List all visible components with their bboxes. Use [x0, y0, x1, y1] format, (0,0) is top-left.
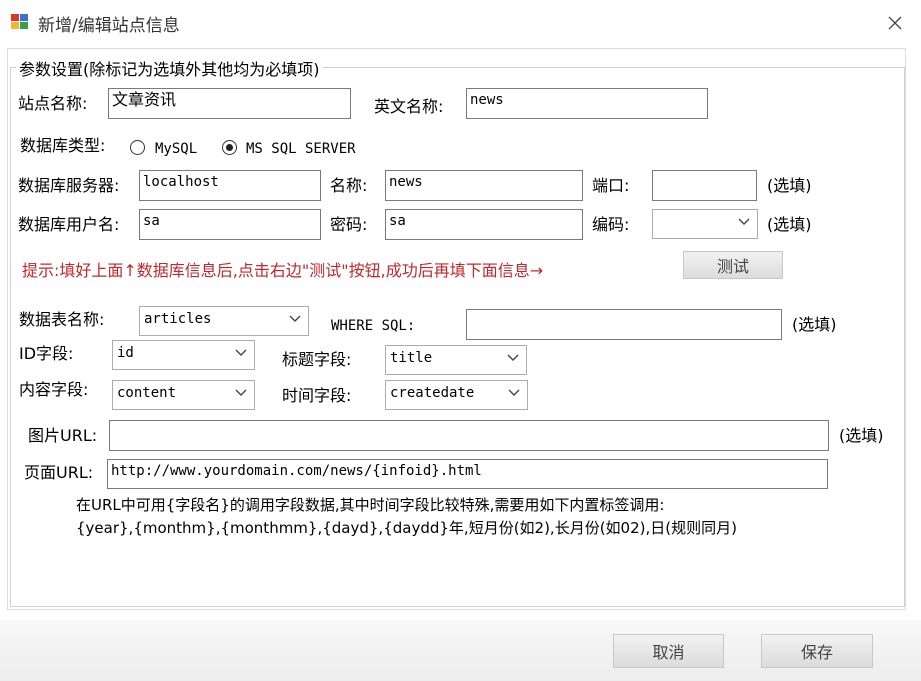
id-field-value: id — [117, 345, 134, 361]
db-server-label: 数据库服务器: — [18, 176, 120, 195]
test-button[interactable]: 测试 — [683, 251, 783, 279]
site-name-input[interactable]: 文章资讯 — [108, 88, 351, 119]
db-encoding-label: 编码: — [592, 215, 630, 234]
db-encoding-optional: (选填) — [767, 215, 812, 234]
title-field-select[interactable]: title — [385, 345, 527, 375]
time-field-label: 时间字段: — [282, 386, 352, 405]
group-legend: 参数设置(除标记为选填外其他均为必填项) — [16, 56, 323, 80]
radio-mssql-label: MS SQL SERVER — [246, 141, 356, 157]
chevron-down-icon — [508, 389, 520, 396]
page-url-input[interactable]: http://www.yourdomain.com/news/{infoid}.… — [107, 459, 828, 489]
db-server-input[interactable]: localhost — [139, 170, 321, 201]
chevron-down-icon — [235, 389, 247, 396]
content-field-value: content — [117, 385, 177, 401]
chevron-down-icon — [738, 218, 750, 225]
url-note-line2: {year},{monthm},{monthmm},{dayd},{daydd}… — [76, 519, 737, 537]
radio-mysql-label: MySQL — [155, 141, 198, 157]
title-field-value: title — [390, 350, 433, 366]
db-name-label: 名称: — [330, 176, 368, 195]
db-port-input[interactable] — [652, 170, 757, 201]
table-name-value: articles — [144, 311, 212, 327]
close-button[interactable] — [878, 8, 912, 38]
db-password-input[interactable]: sa — [385, 209, 583, 240]
db-encoding-select[interactable] — [652, 209, 758, 239]
table-name-select[interactable]: articles — [139, 306, 309, 336]
window-title: 新增/编辑站点信息 — [38, 16, 180, 36]
db-password-label: 密码: — [330, 215, 368, 234]
table-name-label: 数据表名称: — [19, 310, 105, 329]
content-field-label: 内容字段: — [19, 380, 89, 399]
english-name-label: 英文名称: — [374, 97, 444, 116]
chevron-down-icon — [235, 349, 247, 356]
cancel-button[interactable]: 取消 — [613, 634, 724, 668]
where-sql-label: WHERE SQL: — [331, 318, 416, 334]
db-name-input[interactable]: news — [385, 170, 583, 201]
id-field-label: ID字段: — [19, 344, 74, 363]
db-user-input[interactable]: sa — [139, 209, 321, 240]
db-hint-text: 提示:填好上面↑数据库信息后,点击右边"测试"按钮,成功后再填下面信息→ — [22, 261, 544, 280]
chevron-down-icon — [507, 354, 519, 361]
save-button[interactable]: 保存 — [761, 634, 873, 668]
time-field-value: createdate — [390, 385, 475, 401]
db-user-label: 数据库用户名: — [18, 215, 120, 234]
radio-mssql[interactable] — [222, 140, 237, 155]
image-url-label: 图片URL: — [28, 426, 98, 445]
english-name-input[interactable]: news — [466, 88, 708, 119]
db-type-label: 数据库类型: — [20, 136, 106, 155]
content-field-select[interactable]: content — [112, 380, 255, 410]
close-icon — [888, 16, 902, 30]
db-port-optional: (选填) — [767, 176, 812, 195]
id-field-select[interactable]: id — [112, 340, 255, 370]
url-note-line1: 在URL中可用{字段名}的调用字段数据,其中时间字段比较特殊,需要用如下内置标签… — [76, 496, 665, 514]
image-url-optional: (选填) — [839, 426, 884, 445]
title-field-label: 标题字段: — [282, 350, 352, 369]
image-url-input[interactable] — [109, 420, 829, 451]
where-sql-input[interactable] — [466, 309, 782, 340]
where-sql-optional: (选填) — [792, 315, 837, 334]
radio-mysql[interactable] — [130, 140, 145, 155]
db-port-label: 端口: — [592, 176, 630, 195]
chevron-down-icon — [289, 315, 301, 322]
time-field-select[interactable]: createdate — [385, 380, 528, 410]
site-name-label: 站点名称: — [18, 94, 88, 113]
app-icon — [10, 12, 30, 32]
page-url-label: 页面URL: — [24, 463, 94, 482]
